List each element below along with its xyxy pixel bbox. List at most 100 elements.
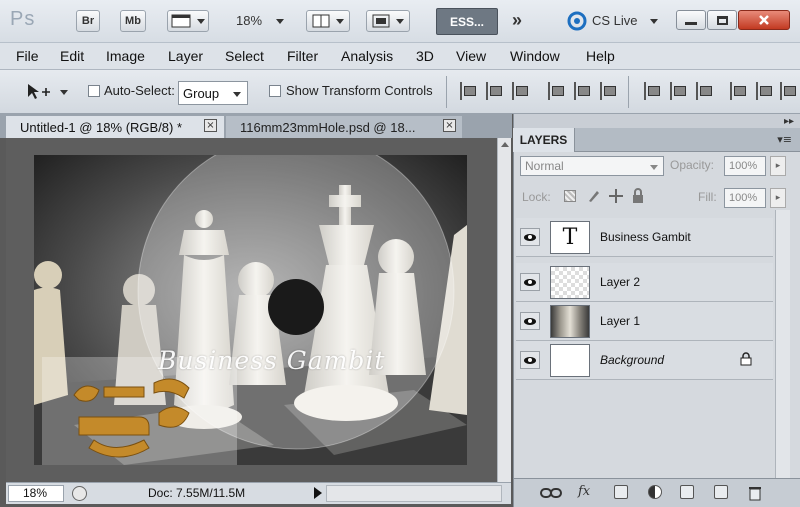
opacity-slider-icon[interactable]: ▸ [770, 156, 786, 176]
mini-bridge-button[interactable]: Mb [120, 10, 146, 32]
layer-thumbnail [550, 266, 590, 299]
align-bottom-icon[interactable] [512, 82, 528, 100]
align-top-icon[interactable] [460, 82, 476, 100]
lock-position-icon[interactable] [608, 188, 624, 204]
lock-label: Lock: [522, 190, 551, 204]
zoom-level[interactable]: 18% [236, 13, 262, 28]
layer-name: Business Gambit [600, 230, 691, 244]
menu-layer[interactable]: Layer [168, 48, 203, 64]
view-extras-button[interactable] [167, 10, 209, 32]
screen-mode-button[interactable] [366, 10, 410, 32]
layer-row-layer-2[interactable]: Layer 2 [516, 263, 773, 302]
minimize-button[interactable] [676, 10, 706, 30]
delete-layer-trash-icon[interactable] [748, 485, 762, 501]
adjustment-layer-icon[interactable] [648, 485, 662, 499]
auto-select-checkbox[interactable] [88, 85, 100, 97]
arrange-documents-button[interactable] [306, 10, 350, 32]
distribute-hcenter-icon[interactable] [756, 82, 772, 100]
link-layers-icon[interactable] [540, 486, 562, 500]
restore-icon [716, 15, 728, 25]
layer-thumbnail: T [550, 221, 590, 254]
layer-row-background[interactable]: Background [516, 341, 773, 380]
cs-live-dropdown-icon[interactable] [650, 19, 658, 24]
bridge-button[interactable]: Br [76, 10, 100, 32]
layer-thumbnail [550, 305, 590, 338]
distribute-top-icon[interactable] [644, 82, 660, 100]
layer-style-fx-icon[interactable]: fx [578, 484, 590, 499]
fill-field[interactable]: 100% [724, 188, 766, 208]
menu-view[interactable]: View [456, 48, 486, 64]
minimize-icon [685, 21, 697, 25]
document-vertical-scrollbar[interactable] [497, 138, 511, 482]
opacity-field[interactable]: 100% [724, 156, 766, 176]
document-tab-bar: Untitled-1 @ 18% (RGB/8) * × 116mm23mmHo… [0, 114, 512, 138]
status-menu-arrow-icon[interactable] [314, 487, 322, 499]
align-horizontal-center-icon[interactable] [574, 82, 590, 100]
layer-row-business-gambit[interactable]: T Business Gambit [516, 218, 773, 257]
cs-live-label[interactable]: CS Live [592, 13, 638, 28]
blend-mode-dropdown[interactable]: Normal [520, 156, 664, 176]
menu-edit[interactable]: Edit [60, 48, 84, 64]
image-canvas[interactable]: Business Gambit [34, 155, 467, 465]
cs-live-icon [567, 11, 587, 31]
distribute-center-icon[interactable] [670, 82, 686, 100]
tool-preset-dropdown-icon[interactable] [60, 90, 68, 95]
tab-untitled-1[interactable]: Untitled-1 @ 18% (RGB/8) * [6, 116, 224, 138]
tab-layers[interactable]: LAYERS [513, 128, 575, 152]
menu-filter[interactable]: Filter [287, 48, 318, 64]
tab-close-icon[interactable]: × [443, 119, 456, 132]
add-mask-icon[interactable] [614, 485, 628, 499]
application-bar: Ps Br Mb 18% ESS... » CS Live [0, 0, 800, 43]
align-vertical-center-icon[interactable] [486, 82, 502, 100]
move-tool-icon[interactable] [26, 82, 52, 102]
new-group-folder-icon[interactable] [680, 485, 694, 499]
workspace-essentials-button[interactable]: ESS... [436, 8, 498, 35]
menu-3d[interactable]: 3D [416, 48, 434, 64]
bridge-label: Br [81, 15, 95, 27]
menu-select[interactable]: Select [225, 48, 264, 64]
canvas-text-layer: Business Gambit [158, 346, 386, 375]
layers-panel-header: LAYERS ▾≡ [513, 128, 800, 152]
fill-slider-icon[interactable]: ▸ [770, 188, 786, 208]
layer-row-layer-1[interactable]: Layer 1 [516, 302, 773, 341]
close-button[interactable] [738, 10, 790, 30]
visibility-eye-icon[interactable] [520, 351, 540, 369]
panel-menu-icon[interactable]: ▾≡ [777, 133, 792, 146]
visibility-eye-icon[interactable] [520, 228, 540, 246]
distribute-left-icon[interactable] [730, 82, 746, 100]
lock-transparent-icon[interactable] [564, 190, 576, 202]
distribute-right-icon[interactable] [780, 82, 796, 100]
mini-bridge-label: Mb [125, 15, 141, 27]
auto-select-dropdown[interactable]: Group [178, 81, 248, 105]
menu-analysis[interactable]: Analysis [341, 48, 393, 64]
menu-bar: File Edit Image Layer Select Filter Anal… [0, 43, 800, 70]
scroll-up-icon[interactable] [501, 142, 509, 147]
status-info-icon[interactable] [72, 486, 87, 501]
chevron-down-icon [233, 92, 241, 97]
tab-116mm23mmhole[interactable]: 116mm23mmHole.psd @ 18... [226, 116, 462, 138]
status-zoom-field[interactable]: 18% [8, 485, 64, 502]
lock-image-brush-icon[interactable] [586, 188, 602, 204]
layer-lock-icon [740, 352, 752, 366]
visibility-eye-icon[interactable] [520, 273, 540, 291]
chevron-down-icon [396, 18, 404, 24]
menu-help[interactable]: Help [586, 48, 615, 64]
more-workspaces-button[interactable]: » [512, 10, 522, 31]
distribute-bottom-icon[interactable] [696, 82, 712, 100]
fill-label: Fill: [698, 190, 717, 204]
collapse-panels-icon[interactable]: ▸▸ [784, 116, 794, 127]
horizontal-scrollbar[interactable] [326, 485, 502, 502]
menu-window[interactable]: Window [510, 48, 560, 64]
align-right-icon[interactable] [600, 82, 616, 100]
lock-all-icon[interactable] [630, 188, 646, 204]
show-transform-checkbox[interactable] [269, 85, 281, 97]
layers-scrollbar[interactable] [775, 210, 790, 478]
visibility-eye-icon[interactable] [520, 312, 540, 330]
zoom-dropdown-icon[interactable] [276, 19, 284, 24]
menu-file[interactable]: File [16, 48, 39, 64]
tab-close-icon[interactable]: × [204, 119, 217, 132]
restore-button[interactable] [707, 10, 737, 30]
menu-image[interactable]: Image [106, 48, 145, 64]
new-layer-icon[interactable] [714, 485, 728, 499]
align-left-icon[interactable] [548, 82, 564, 100]
